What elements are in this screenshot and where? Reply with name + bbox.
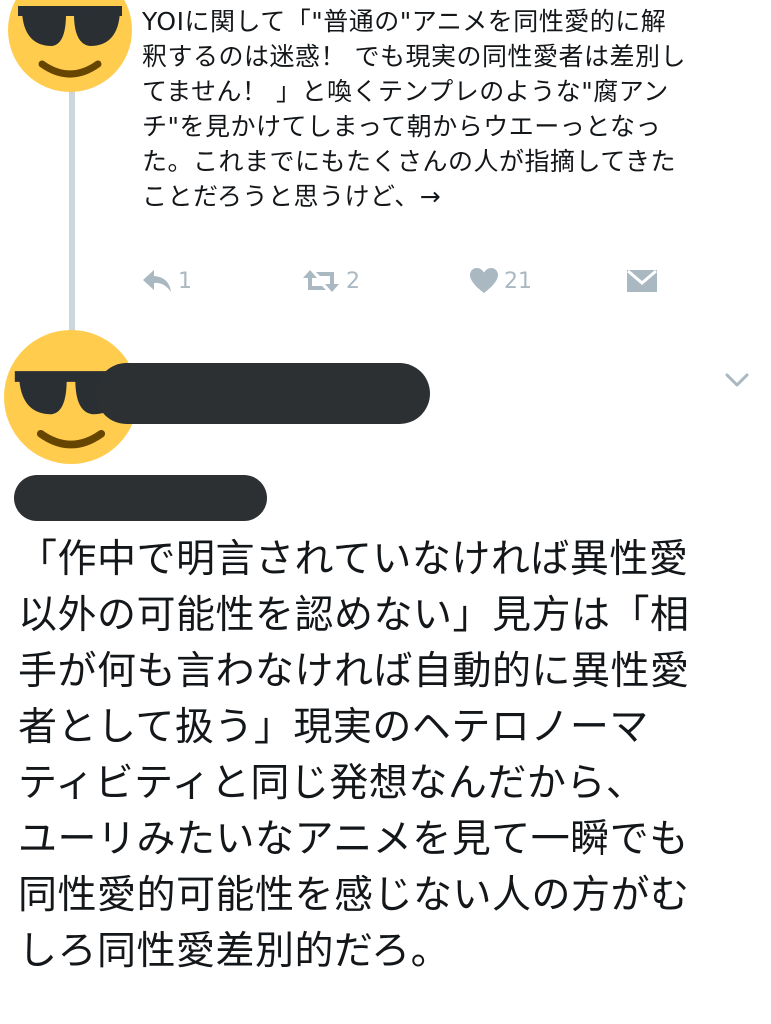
chevron-down-icon — [725, 373, 749, 387]
sunglasses-emoji-icon — [8, 0, 132, 92]
like-button[interactable]: 21 — [470, 268, 532, 294]
main-tweet-text: 「作中で明言されていなければ異性愛 以外の可能性を認めない」見方は「相 手が何も… — [18, 537, 690, 974]
envelope-icon — [627, 269, 657, 292]
avatar[interactable] — [8, 0, 132, 92]
redacted-display-name — [96, 363, 430, 424]
direct-message-button[interactable] — [626, 268, 658, 294]
retweet-button[interactable]: 2 — [302, 268, 360, 294]
retweet-icon — [303, 270, 339, 292]
reply-icon — [143, 270, 171, 292]
reply-button[interactable]: 1 — [142, 268, 192, 294]
tweet-menu-button[interactable] — [722, 368, 752, 392]
redacted-username — [14, 475, 267, 521]
reply-count: 1 — [178, 268, 192, 294]
heart-icon — [470, 268, 498, 293]
retweet-count: 2 — [346, 268, 360, 294]
like-count: 21 — [504, 268, 532, 294]
previous-tweet-text: YOIに関して「"普通の"アニメを同性愛的に解 釈するのは迷惑！ でも現実の同性… — [142, 7, 686, 211]
thread-connector-line — [69, 80, 75, 342]
